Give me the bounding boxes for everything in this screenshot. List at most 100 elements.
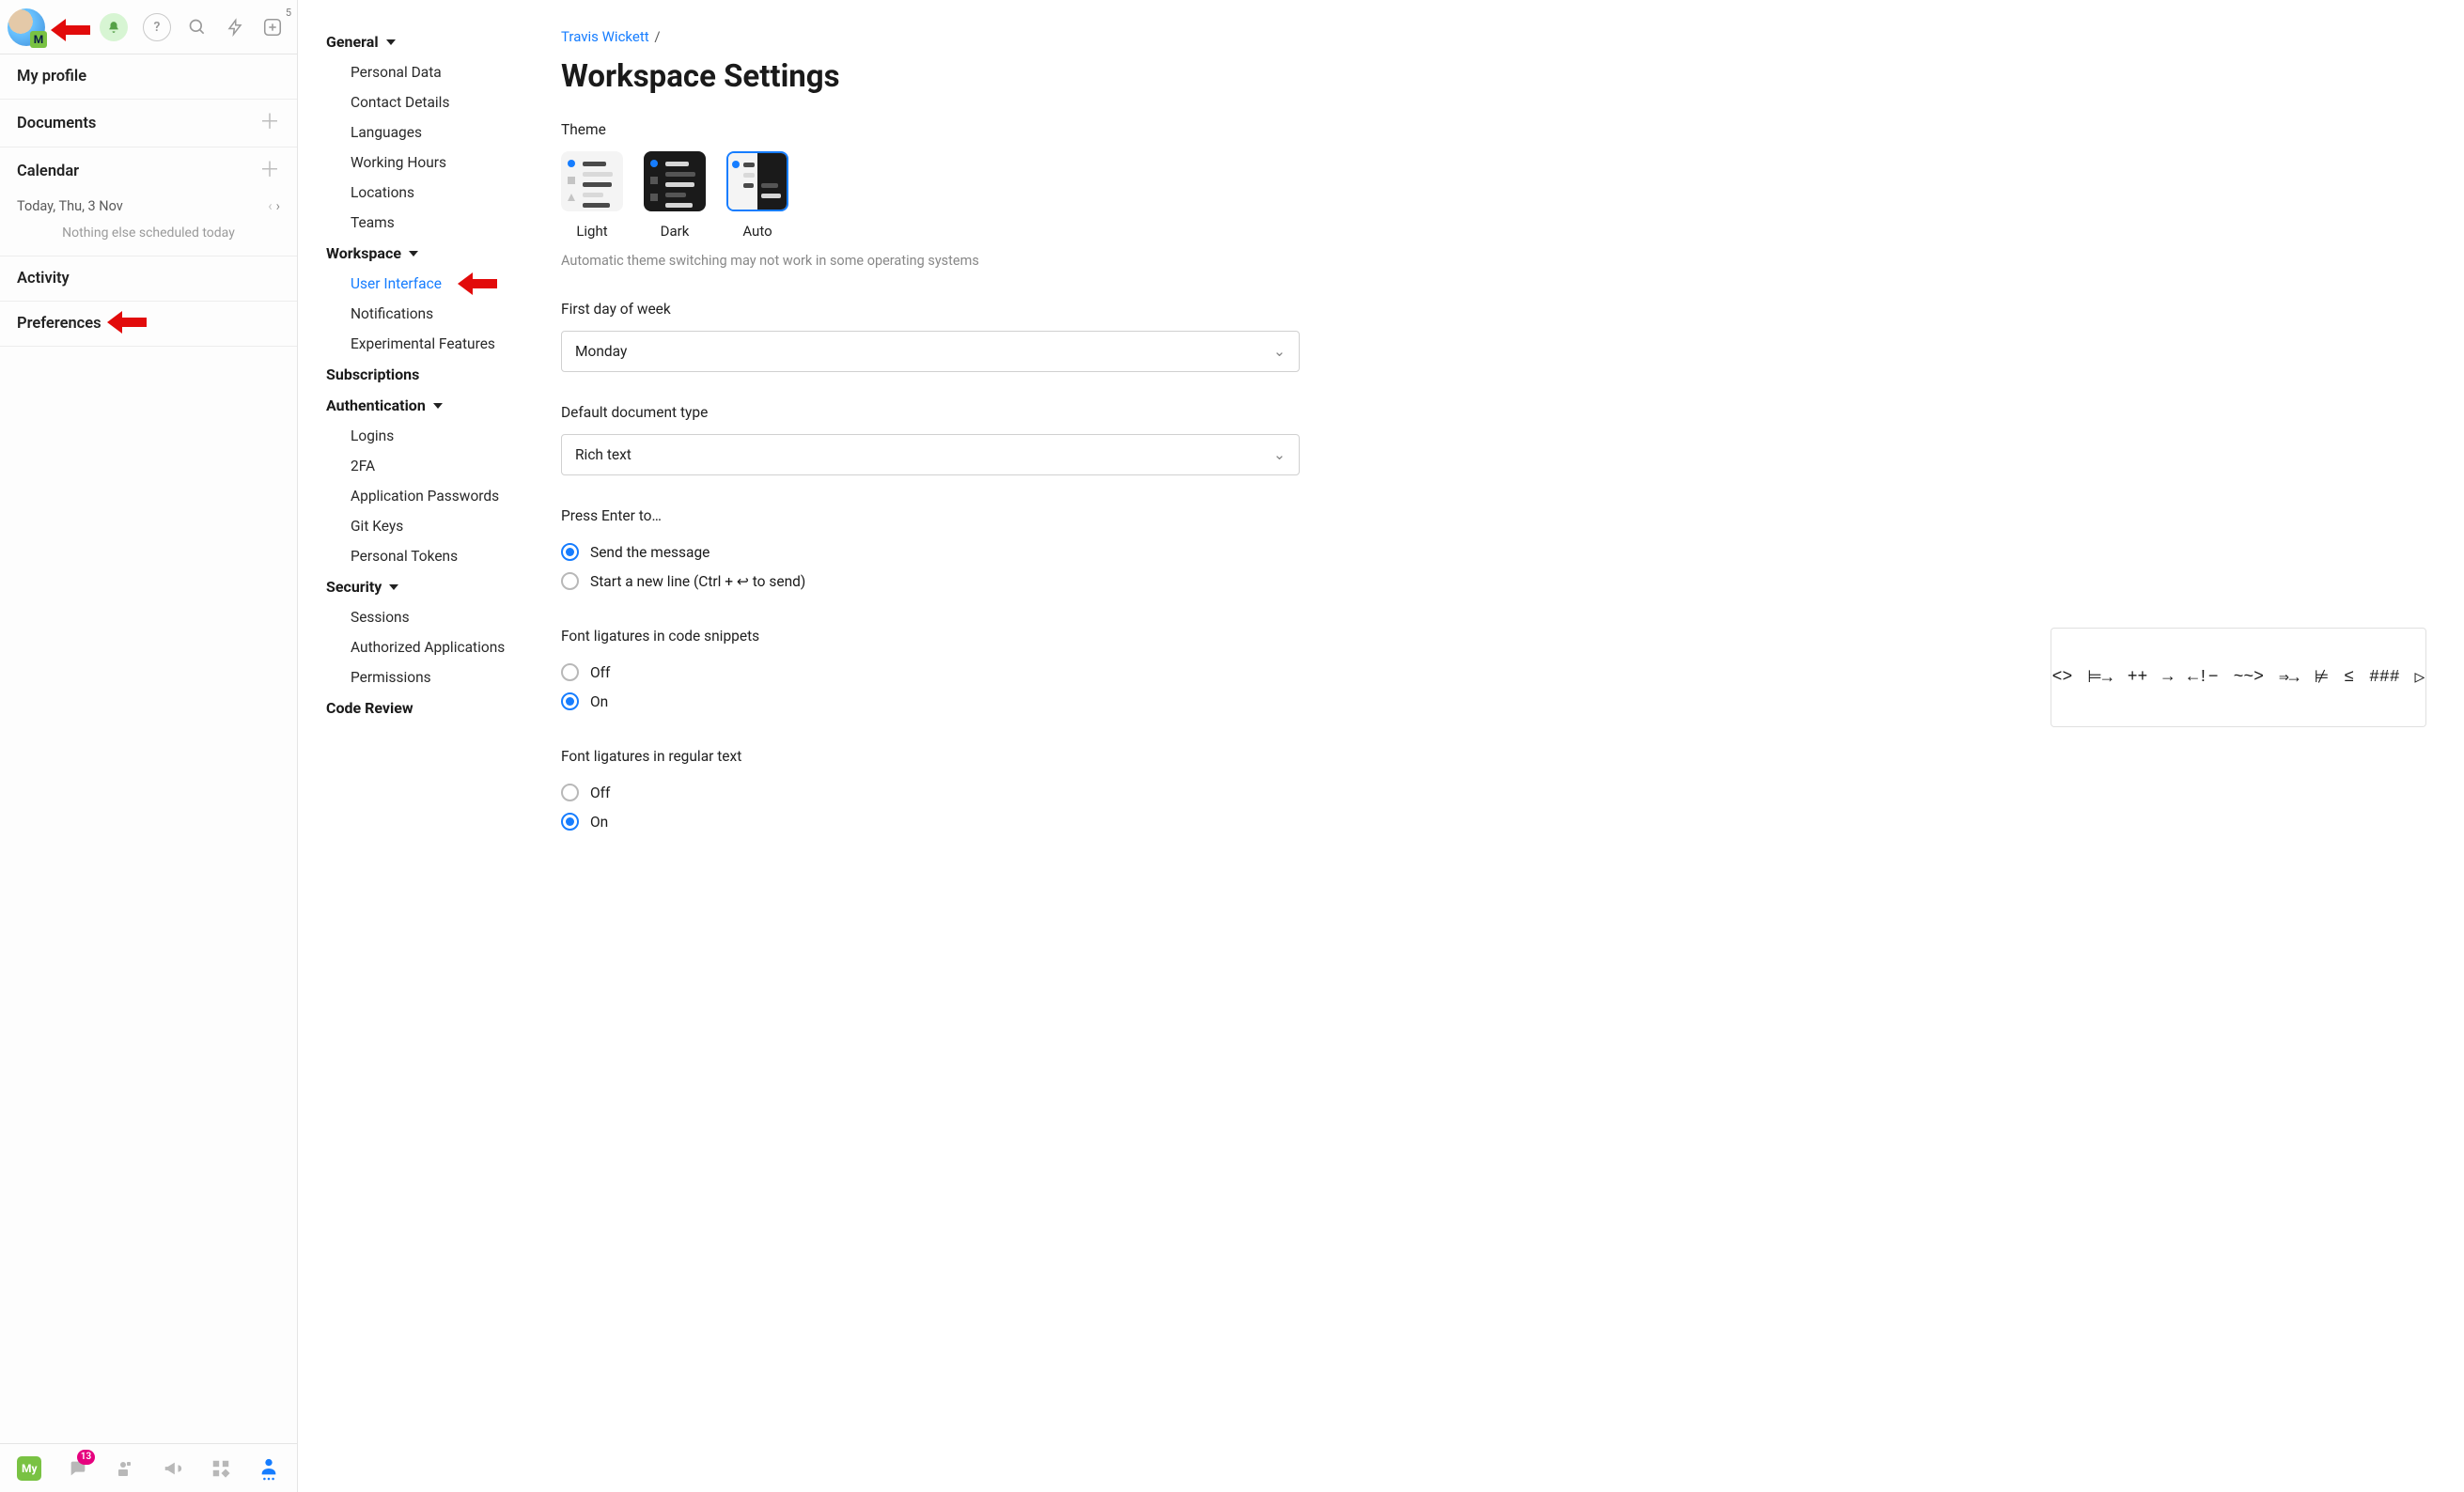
theme-option-auto[interactable]: Auto: [726, 151, 788, 240]
sidebar-item-my-profile[interactable]: My profile: [0, 54, 297, 100]
ligature-sample: ###: [2369, 668, 2399, 687]
left-bottom-bar: My 13: [0, 1443, 297, 1492]
caret-down-icon: [389, 584, 398, 590]
ligature-sample: ⇒→: [2279, 667, 2300, 688]
doc-type-label: Default document type: [561, 404, 2426, 421]
nav-item-languages[interactable]: Languages: [326, 117, 537, 148]
ligatures-code-section: Font ligatures in code snippets Off On <…: [561, 628, 2426, 716]
sidebar-item-preferences[interactable]: Preferences: [0, 302, 297, 347]
nav-group-code-review[interactable]: Code Review: [326, 692, 537, 723]
calendar-next-icon[interactable]: ›: [276, 198, 280, 214]
quick-action-icon[interactable]: [224, 16, 246, 39]
select-value: Monday: [575, 343, 627, 360]
nav-item-personal-tokens[interactable]: Personal Tokens: [326, 541, 537, 571]
ligature-sample: ⊭: [2315, 667, 2330, 688]
ligature-sample: ~~>: [2234, 668, 2264, 687]
breadcrumb: Travis Wickett /: [561, 28, 2426, 45]
chats-icon[interactable]: 13: [66, 1455, 89, 1482]
calendar-empty-text: Nothing else scheduled today: [17, 224, 280, 244]
radio-send-message[interactable]: Send the message: [561, 537, 2426, 567]
press-enter-section: Press Enter to… Send the message Start a…: [561, 507, 2426, 596]
sidebar-item-label: Documents: [17, 115, 96, 132]
ligature-sample: →: [2162, 668, 2173, 687]
sidebar-item-label: Calendar: [17, 163, 79, 180]
caret-down-icon: [433, 403, 443, 409]
apps-icon[interactable]: [210, 1455, 233, 1482]
theme-option-dark[interactable]: Dark: [644, 151, 706, 240]
nav-item-notifications[interactable]: Notifications: [326, 299, 537, 329]
my-chip-icon[interactable]: My: [17, 1456, 41, 1481]
radio-label: Send the message: [590, 544, 710, 561]
radio-lig-text-on[interactable]: On: [561, 807, 2426, 836]
avatar[interactable]: M: [8, 8, 45, 46]
new-item-icon[interactable]: 5: [261, 16, 284, 39]
add-calendar-icon[interactable]: ＋: [259, 161, 280, 181]
radio-label: Off: [590, 785, 610, 801]
theme-option-label: Dark: [661, 223, 690, 240]
nav-group-security[interactable]: Security: [326, 571, 537, 602]
team-icon[interactable]: [114, 1455, 137, 1482]
avatar-status-badge: M: [30, 31, 47, 48]
theme-option-label: Auto: [742, 223, 772, 240]
nav-item-experimental-features[interactable]: Experimental Features: [326, 329, 537, 359]
caret-down-icon: [386, 39, 396, 45]
nav-group-subscriptions[interactable]: Subscriptions: [326, 359, 537, 390]
doc-type-select[interactable]: Rich text ⌄: [561, 434, 1300, 475]
first-day-section: First day of week Monday ⌄: [561, 301, 2426, 372]
nav-item-2fa[interactable]: 2FA: [326, 451, 537, 481]
radio-lig-text-off[interactable]: Off: [561, 778, 2426, 807]
search-icon[interactable]: [186, 16, 209, 39]
nav-group-authentication[interactable]: Authentication: [326, 390, 537, 421]
announce-icon[interactable]: [162, 1455, 185, 1482]
calendar-prev-icon[interactable]: ‹: [268, 198, 272, 214]
nav-group-workspace[interactable]: Workspace: [326, 238, 537, 269]
notifications-icon[interactable]: [100, 13, 128, 41]
radio-new-line[interactable]: Start a new line (Ctrl + ↩ to send): [561, 567, 2426, 596]
theme-thumb-light: [561, 151, 623, 211]
radio-label: On: [590, 814, 608, 831]
doc-type-section: Default document type Rich text ⌄: [561, 404, 2426, 475]
chevron-down-icon: ⌄: [1273, 343, 1286, 360]
profile-more-icon[interactable]: [257, 1455, 280, 1482]
nav-item-git-keys[interactable]: Git Keys: [326, 511, 537, 541]
sidebar-item-activity[interactable]: Activity: [0, 256, 297, 302]
ligatures-text-section: Font ligatures in regular text Off On: [561, 748, 2426, 836]
nav-item-permissions[interactable]: Permissions: [326, 662, 537, 692]
nav-item-authorized-applications[interactable]: Authorized Applications: [326, 632, 537, 662]
nav-group-general[interactable]: General: [326, 26, 537, 57]
annotation-arrow-icon: [458, 272, 497, 295]
nav-item-teams[interactable]: Teams: [326, 208, 537, 238]
theme-option-light[interactable]: Light: [561, 151, 623, 240]
chats-badge: 13: [77, 1450, 95, 1465]
sidebar-item-calendar[interactable]: Calendar ＋: [0, 148, 297, 194]
add-document-icon[interactable]: ＋: [259, 113, 280, 133]
annotation-arrow-icon: [107, 311, 147, 334]
theme-option-label: Light: [576, 223, 607, 240]
nav-item-sessions[interactable]: Sessions: [326, 602, 537, 632]
ligature-sample: ⊨→: [2087, 667, 2112, 688]
left-topbar: M ? 5: [0, 0, 297, 54]
nav-item-working-hours[interactable]: Working Hours: [326, 148, 537, 178]
radio-label: Off: [590, 664, 610, 681]
calendar-today-label: Today, Thu, 3 Nov: [17, 198, 123, 214]
sidebar-item-documents[interactable]: Documents ＋: [0, 100, 297, 148]
settings-nav: General Personal Data Contact Details La…: [298, 0, 550, 1492]
sidebar-item-label: Preferences: [17, 315, 101, 333]
first-day-select[interactable]: Monday ⌄: [561, 331, 1300, 372]
ligature-sample: ←!−: [2188, 668, 2218, 687]
nav-item-user-interface[interactable]: User Interface: [326, 269, 537, 299]
nav-item-logins[interactable]: Logins: [326, 421, 537, 451]
select-value: Rich text: [575, 446, 632, 463]
breadcrumb-user-link[interactable]: Travis Wickett: [561, 28, 649, 45]
main-content: Travis Wickett / Workspace Settings Them…: [550, 0, 2464, 1492]
left-panel: M ? 5 My profile: [0, 0, 298, 1492]
ligature-sample: ≤: [2344, 668, 2354, 687]
nav-item-contact-details[interactable]: Contact Details: [326, 87, 537, 117]
ligature-sample: ▷: [2415, 667, 2425, 688]
nav-item-locations[interactable]: Locations: [326, 178, 537, 208]
help-icon[interactable]: ?: [143, 13, 171, 41]
nav-item-personal-data[interactable]: Personal Data: [326, 57, 537, 87]
new-item-count: 5: [286, 7, 291, 19]
nav-item-application-passwords[interactable]: Application Passwords: [326, 481, 537, 511]
radio-label: On: [590, 693, 608, 710]
